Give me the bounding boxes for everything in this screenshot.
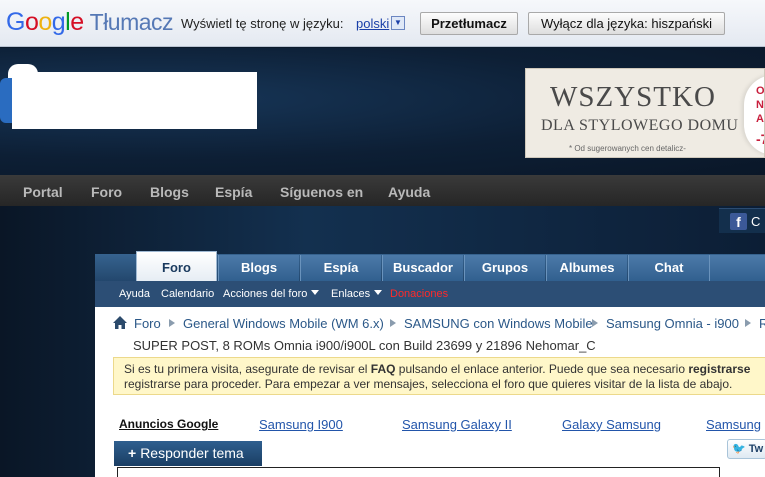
- ad-link[interactable]: Samsung: [706, 417, 761, 432]
- ad-title: WSZYSTKO: [550, 81, 716, 113]
- tab-grupos[interactable]: Grupos: [464, 255, 545, 281]
- chevron-down-icon[interactable]: ▼: [391, 16, 405, 30]
- ad-note: * Od sugerowanych cen detalicz-: [569, 144, 686, 153]
- badge-line: NI: [756, 99, 764, 111]
- notice-text: Si es tu primera visita, asegurate de re…: [124, 362, 371, 376]
- subnav-acciones-del-foro[interactable]: Acciones del foro: [223, 288, 320, 300]
- product-name: Tłumacz: [89, 9, 174, 35]
- facebook-icon[interactable]: f: [730, 213, 747, 230]
- translate-button[interactable]: Przetłumacz: [420, 12, 518, 35]
- site-logo[interactable]: [12, 72, 257, 129]
- breadcrumb-item[interactable]: Samsung Omnia - i900: [606, 316, 739, 331]
- breadcrumb-item[interactable]: General Windows Mobile (WM 6.x): [183, 316, 384, 331]
- language-select-link[interactable]: polski: [356, 16, 389, 31]
- subnav-label: Acciones del foro: [223, 288, 308, 300]
- subnav-donaciones[interactable]: Donaciones: [390, 288, 448, 300]
- ad-link[interactable]: Samsung I900: [259, 417, 343, 432]
- notice-line-1: Si es tu primera visita, asegurate de re…: [124, 362, 750, 376]
- breadcrumb-item[interactable]: R: [759, 316, 765, 331]
- ad-link[interactable]: Galaxy Samsung: [562, 417, 661, 432]
- breadcrumb-arrow-icon: [745, 319, 751, 327]
- ad-link[interactable]: Samsung Galaxy II: [402, 417, 512, 432]
- register-link[interactable]: registrarse: [688, 362, 750, 376]
- ad-discount-badge: O NI A -70: [744, 75, 765, 155]
- breadcrumb-arrow-icon: [390, 319, 396, 327]
- subnav-ayuda[interactable]: Ayuda: [119, 288, 150, 300]
- tab-buscador[interactable]: Buscador: [382, 255, 463, 281]
- site-nav: Portal Foro Blogs Espía Síguenos en Ayud…: [0, 175, 765, 206]
- logo-letter: e: [70, 8, 84, 36]
- nav-item-portal[interactable]: Portal: [23, 184, 63, 200]
- caret-down-icon: [374, 290, 383, 295]
- badge-line: -70: [756, 131, 764, 147]
- google-ads-label[interactable]: Anuncios Google: [119, 417, 218, 431]
- notice-text: pulsando el enlace anterior. Puede que s…: [395, 362, 689, 376]
- site-header: WSZYSTKO DLA STYLOWEGO DOMU * Od sugerow…: [0, 48, 765, 175]
- faq-link[interactable]: FAQ: [371, 362, 396, 376]
- google-translate-bar: Google Tłumacz Wyświetl tę stronę w język…: [0, 0, 765, 47]
- breadcrumb-arrow-icon: [592, 319, 598, 327]
- site-logo-edge: [0, 78, 12, 123]
- tab-filler: [709, 255, 765, 281]
- breadcrumb-item[interactable]: Foro: [134, 316, 161, 331]
- badge-line: A: [756, 113, 764, 125]
- subnav-calendario[interactable]: Calendario: [161, 288, 214, 300]
- twitter-bird-icon: 🐦: [732, 443, 746, 455]
- google-translate-logo[interactable]: Google Tłumacz: [6, 8, 174, 37]
- logo-letter: o: [24, 8, 39, 36]
- tab-blogs[interactable]: Blogs: [218, 255, 299, 281]
- logo-letter: o: [38, 8, 52, 36]
- badge-line: O: [756, 85, 765, 97]
- tab-albumes[interactable]: Albumes: [546, 255, 627, 281]
- plus-icon: +: [128, 445, 137, 461]
- caret-down-icon: [311, 290, 320, 295]
- subnav-label: Enlaces: [331, 288, 371, 300]
- nav-item-siguenos[interactable]: Síguenos en: [280, 184, 363, 200]
- breadcrumb-arrow-icon: [169, 319, 175, 327]
- nav-item-espia[interactable]: Espía: [215, 184, 252, 200]
- nav-item-foro[interactable]: Foro: [91, 184, 122, 200]
- reply-label: Responder tema: [140, 445, 244, 461]
- tweet-button[interactable]: 🐦 Tw: [727, 439, 765, 459]
- thread-title: SUPER POST, 8 ROMs Omnia i900/i900L con …: [133, 338, 596, 353]
- tab-foro[interactable]: Foro: [136, 251, 217, 281]
- reply-thread-button[interactable]: + Responder tema: [114, 441, 262, 466]
- tweet-label: Tw: [748, 443, 764, 455]
- disable-translation-button[interactable]: Wyłącz dla języka: hiszpański: [528, 12, 725, 35]
- notice-line-2: registrarse para proceder. Para empezar …: [124, 377, 733, 391]
- logo-letter: G: [6, 8, 25, 36]
- tab-chat[interactable]: Chat: [628, 255, 709, 281]
- translate-prompt: Wyświetl tę stronę w języku:: [181, 16, 344, 31]
- subnav-enlaces[interactable]: Enlaces: [331, 288, 383, 300]
- ad-banner[interactable]: WSZYSTKO DLA STYLOWEGO DOMU * Od sugerow…: [525, 68, 765, 158]
- nav-item-ayuda[interactable]: Ayuda: [388, 184, 430, 200]
- post-container: [117, 467, 720, 477]
- ad-subtitle: DLA STYLOWEGO DOMU: [541, 117, 739, 134]
- facebook-label[interactable]: C: [751, 214, 760, 229]
- tab-espia[interactable]: Espía: [300, 255, 381, 281]
- nav-item-blogs[interactable]: Blogs: [150, 184, 189, 200]
- logo-letter: g: [51, 8, 66, 36]
- home-icon[interactable]: [113, 316, 127, 329]
- breadcrumb-item[interactable]: SAMSUNG con Windows Mobile: [404, 316, 593, 331]
